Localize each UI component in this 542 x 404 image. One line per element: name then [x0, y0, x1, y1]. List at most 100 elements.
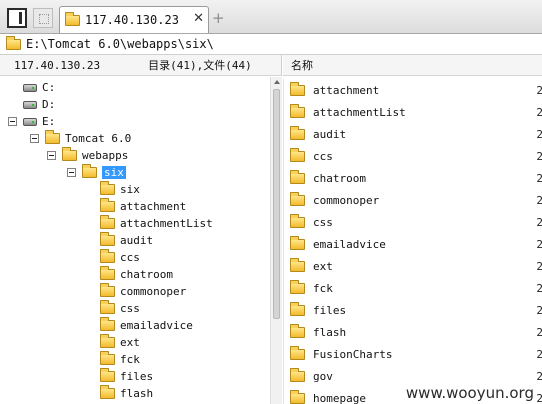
list-item-name: audit: [313, 127, 347, 141]
list-item[interactable]: fck 2: [284, 277, 542, 299]
list-item-name: FusionCharts: [313, 347, 393, 361]
list-item[interactable]: css 2: [284, 211, 542, 233]
tree-item-label: commonoper: [120, 285, 187, 298]
close-icon[interactable]: ✕: [193, 12, 204, 26]
list-item-name: files: [313, 303, 347, 317]
list-item[interactable]: commonoper 2: [284, 189, 542, 211]
column-name-header[interactable]: 名称: [291, 57, 313, 73]
tree-item[interactable]: ccs: [85, 249, 140, 266]
drive-icon: [23, 83, 37, 92]
tree-item-label: fck: [120, 353, 140, 366]
list-item-name: commonoper: [313, 193, 380, 207]
drive-icon: [23, 117, 37, 126]
list-item-date: 2: [536, 194, 542, 207]
new-session-icon[interactable]: [33, 8, 53, 28]
tree-header: 117.40.130.23 目录(41),文件(44): [0, 55, 282, 76]
tree-item[interactable]: six: [85, 181, 140, 198]
list-item[interactable]: FusionCharts 2: [284, 343, 542, 365]
list-item-date: 2: [536, 238, 542, 251]
tree-item[interactable]: css: [85, 300, 140, 317]
folder-icon: [100, 334, 115, 348]
list-item-name: fck: [313, 281, 333, 295]
list-item[interactable]: ext 2: [284, 255, 542, 277]
tree-item-label: six: [102, 166, 126, 179]
tree-item-label: six: [120, 183, 140, 196]
folder-icon: [100, 215, 115, 229]
list-item[interactable]: flash 2: [284, 321, 542, 343]
item-counts: 目录(41),文件(44): [148, 59, 252, 72]
folder-icon: [100, 249, 115, 263]
folder-icon: [100, 317, 115, 331]
tree-item[interactable]: attachment: [85, 198, 186, 215]
tree-item[interactable]: six: [67, 164, 126, 181]
folder-icon: [290, 81, 305, 96]
folder-icon: [100, 351, 115, 365]
tree-item[interactable]: Tomcat 6.0: [30, 130, 131, 147]
tree-item[interactable]: C:: [8, 79, 55, 96]
folder-icon: [100, 232, 115, 246]
folder-icon: [62, 147, 77, 161]
tree-item-label: C:: [42, 81, 56, 94]
list-item[interactable]: ccs 2: [284, 145, 542, 167]
file-list: attachment2attachmentList2audit2ccs2chat…: [283, 79, 542, 404]
tree-item-label: E:: [42, 115, 56, 128]
tree-item[interactable]: commonoper: [85, 283, 186, 300]
collapse-icon[interactable]: [30, 134, 39, 143]
list-item-date: 2: [536, 370, 542, 383]
tree-item[interactable]: chatroom: [85, 266, 173, 283]
tree-item[interactable]: emailadvice: [85, 317, 193, 334]
directory-tree: C: D: E: Tomcat 6.0 webapps six six attachment a…: [0, 77, 270, 404]
current-path[interactable]: E:\Tomcat 6.0\webapps\six\: [26, 37, 214, 51]
tree-item[interactable]: webapps: [47, 147, 128, 164]
folder-icon: [100, 283, 115, 297]
list-item[interactable]: chatroom 2: [284, 167, 542, 189]
list-item-date: 2: [536, 282, 542, 295]
tree-item-label: ext: [120, 336, 140, 349]
list-item-name: flash: [313, 325, 347, 339]
folder-icon: [6, 35, 21, 50]
tree-item-label: files: [120, 370, 154, 383]
collapse-icon[interactable]: [47, 151, 56, 160]
add-tab-button[interactable]: +: [212, 9, 225, 27]
list-item[interactable]: audit 2: [284, 123, 542, 145]
list-item[interactable]: attachment 2: [284, 79, 542, 101]
collapse-icon[interactable]: [67, 168, 76, 177]
tree-item[interactable]: flash: [85, 385, 153, 402]
tree-item[interactable]: fck: [85, 351, 140, 368]
address-bar[interactable]: E:\Tomcat 6.0\webapps\six\: [0, 34, 542, 55]
list-item-name: ext: [313, 259, 333, 273]
toggle-panel-icon[interactable]: [7, 8, 27, 28]
list-item-date: 2: [536, 172, 542, 185]
collapse-icon[interactable]: [8, 117, 17, 126]
folder-icon: [100, 198, 115, 212]
tree-item[interactable]: audit: [85, 232, 153, 249]
list-item-date: 2: [536, 326, 542, 339]
list-item-name: homepage: [313, 391, 366, 404]
tab-session[interactable]: 117.40.130.23 ✕: [59, 6, 209, 33]
folder-icon: [290, 323, 305, 338]
list-item[interactable]: emailadvice 2: [284, 233, 542, 255]
list-item-name: gov: [313, 369, 333, 383]
tree-scrollbar[interactable]: [270, 77, 282, 404]
tree-item[interactable]: E:: [8, 113, 55, 130]
tree-item[interactable]: files: [85, 368, 153, 385]
tab-bar: 117.40.130.23 ✕ +: [0, 0, 542, 34]
list-item[interactable]: files 2: [284, 299, 542, 321]
folder-icon: [82, 164, 97, 178]
list-item-date: 2: [536, 216, 542, 229]
list-item-date: 2: [536, 150, 542, 163]
folder-icon: [45, 130, 60, 144]
scroll-thumb[interactable]: [273, 89, 280, 319]
tree-item-label: css: [120, 302, 140, 315]
list-item-date: 2: [536, 392, 542, 404]
folder-icon: [290, 235, 305, 250]
folder-icon: [290, 389, 305, 404]
folder-icon: [290, 257, 305, 272]
tree-item[interactable]: ext: [85, 334, 140, 351]
tree-item[interactable]: D:: [8, 96, 55, 113]
drive-icon: [23, 100, 37, 109]
folder-icon: [290, 301, 305, 316]
tree-item[interactable]: attachmentList: [85, 215, 213, 232]
list-item[interactable]: attachmentList 2: [284, 101, 542, 123]
scroll-up-icon[interactable]: [274, 80, 280, 84]
